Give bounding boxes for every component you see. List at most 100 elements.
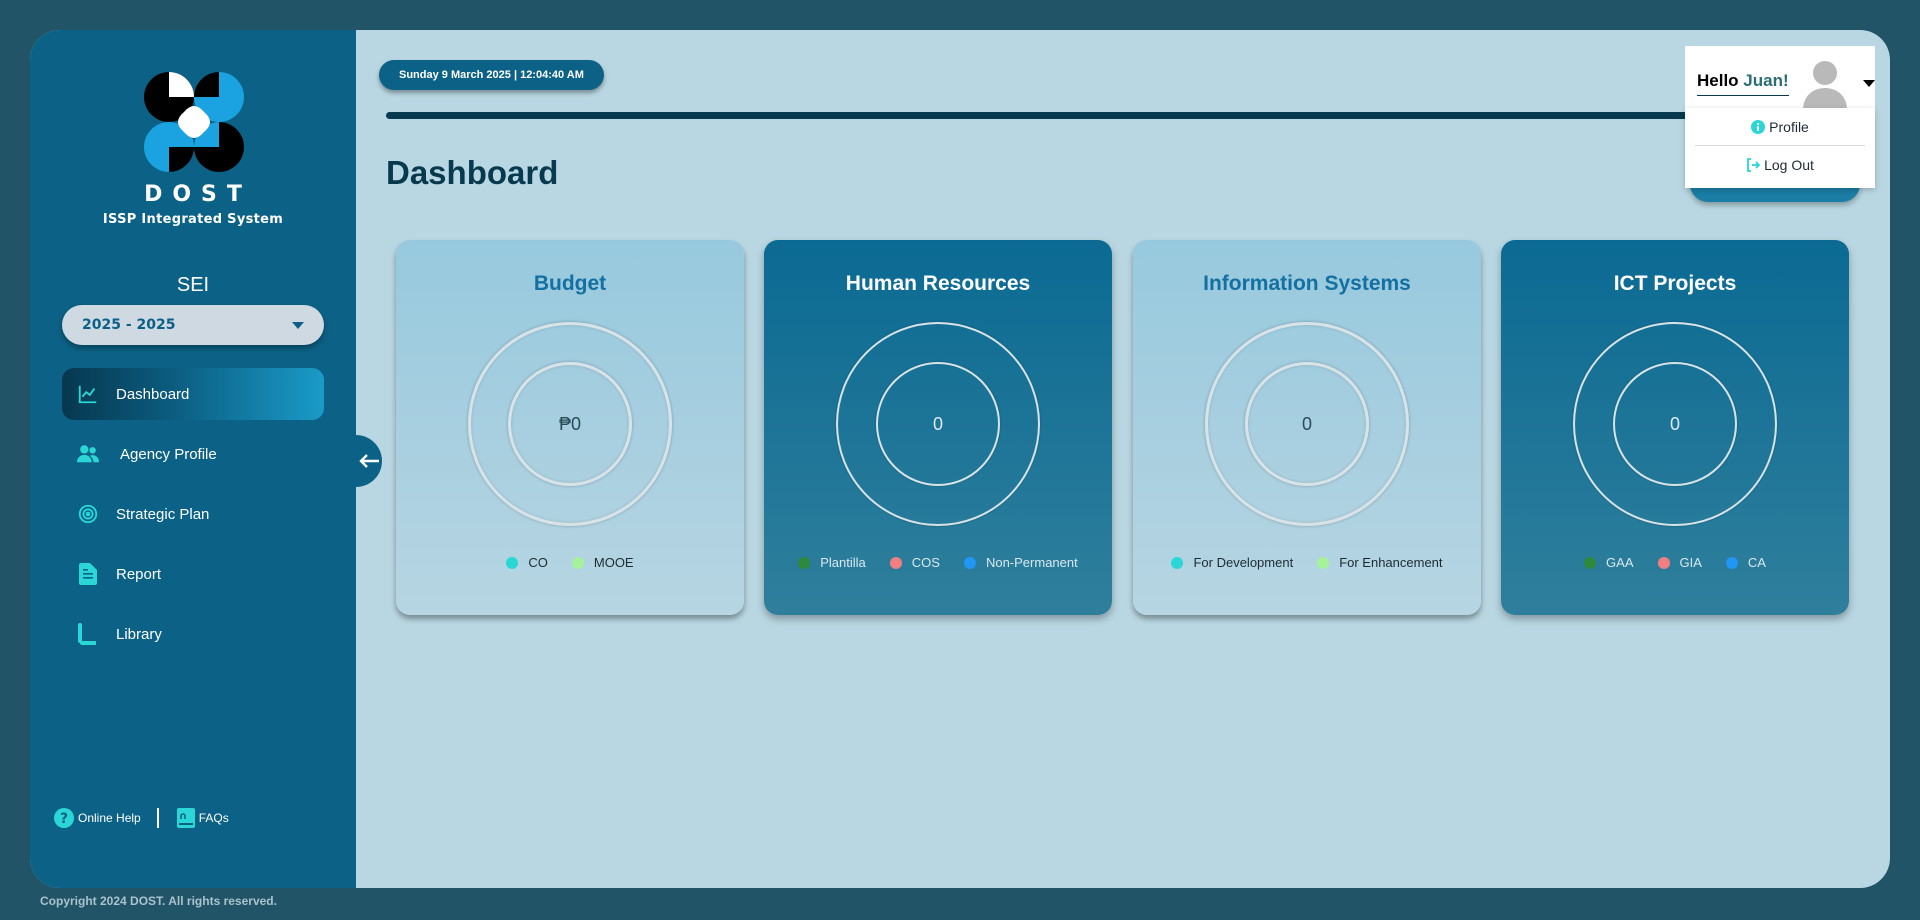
chevron-down-icon [1862, 79, 1875, 87]
svg-text:?: ? [60, 811, 68, 827]
user-dropdown: Profile Log Out [1685, 108, 1875, 188]
chart-legend: GAA GIA CA [1501, 555, 1849, 570]
sidebar-item-report[interactable]: Report [62, 548, 324, 600]
legend-item[interactable]: GIA [1657, 555, 1702, 570]
datetime-badge: Sunday 9 March 2025 | 12:04:40 AM [379, 60, 604, 90]
legend-label: CA [1747, 555, 1766, 570]
sidebar-item-library[interactable]: Library [62, 608, 324, 660]
legend-item[interactable]: For Enhancement [1317, 555, 1443, 570]
sidebar-item-label: Report [116, 565, 162, 583]
legend-dot [1317, 556, 1330, 569]
legend-dot [798, 556, 811, 569]
chart-total-value: ₱0 [558, 413, 582, 434]
dost-logo [144, 72, 244, 172]
legend-label: For Enhancement [1339, 555, 1443, 570]
sidebar-item-strategic-plan[interactable]: Strategic Plan [62, 488, 324, 540]
legend-dot [1584, 556, 1597, 569]
agency-name: SEI [176, 274, 210, 296]
greeting-text: Hello [1697, 70, 1739, 90]
legend-label: Non-Permanent [985, 555, 1078, 570]
document-icon [76, 562, 100, 586]
budget-card: Budget ₱0 CO MOOE [396, 240, 744, 615]
chart-legend: For Development For Enhancement [1133, 555, 1481, 570]
online-help-link[interactable]: Online Help [78, 811, 141, 825]
profile-menu-item[interactable]: Profile [1685, 108, 1875, 145]
donut-chart: 0 [836, 322, 1040, 526]
legend-dot [571, 556, 584, 569]
legend-label: COS [911, 555, 940, 570]
logout-icon [1746, 157, 1761, 172]
sidebar-item-agency-profile[interactable]: Agency Profile [62, 428, 324, 480]
legend-item[interactable]: Plantilla [798, 555, 866, 570]
ict-projects-card: ICT Projects 0 GAA GIA CA [1501, 240, 1849, 615]
legend-label: MOOE [593, 555, 634, 570]
help-links: ? Online Help FAQs [54, 808, 229, 828]
chart-total-value: 0 [1301, 413, 1312, 434]
app-frame: DOST ISSP Integrated System SEI 2025 - 2… [30, 30, 1890, 888]
legend-item[interactable]: CA [1725, 555, 1766, 570]
brand-subtitle: ISSP Integrated System [102, 212, 284, 227]
chart-total-value: 0 [1669, 413, 1680, 434]
divider [156, 808, 159, 828]
legend-dot [889, 556, 902, 569]
collapse-sidebar-button[interactable] [356, 435, 382, 487]
sidebar-item-dashboard[interactable]: Dashboard [62, 368, 324, 420]
sidebar-nav: Dashboard Agency Profile Strategic Plan … [62, 368, 324, 668]
legend-label: GAA [1606, 555, 1634, 570]
chevron-down-icon [292, 321, 304, 329]
logout-menu-item[interactable]: Log Out [1685, 146, 1875, 183]
info-icon [1751, 119, 1766, 134]
legend-label: Plantilla [820, 555, 866, 570]
legend-item[interactable]: For Development [1171, 555, 1293, 570]
target-icon [76, 502, 100, 526]
sidebar-item-label: Strategic Plan [116, 505, 210, 523]
card-title: Human Resources [845, 272, 1031, 295]
legend-dot [1725, 556, 1738, 569]
arrow-left-icon [359, 454, 379, 468]
card-title: Budget [533, 272, 607, 295]
donut-chart: ₱0 [468, 322, 672, 526]
chart-legend: Plantilla COS Non-Permanent [764, 555, 1112, 570]
users-icon [76, 442, 100, 466]
greeting: Hello Juan! [1697, 71, 1789, 96]
brand-name: DOST [144, 182, 252, 207]
card-title: ICT Projects [1613, 272, 1737, 295]
donut-chart: 0 [1205, 322, 1409, 526]
chart-line-icon [76, 382, 100, 406]
page-title: Dashboard [386, 154, 559, 191]
copyright-footer: Copyright 2024 DOST. All rights reserved… [40, 894, 277, 908]
legend-dot [506, 556, 519, 569]
year-select-value: 2025 - 2025 [82, 317, 176, 333]
year-select[interactable]: 2025 - 2025 [62, 305, 324, 345]
legend-item[interactable]: MOOE [571, 555, 634, 570]
human-resources-card: Human Resources 0 Plantilla COS Non-Perm… [764, 240, 1112, 615]
legend-dot [1171, 556, 1184, 569]
legend-dot [963, 556, 976, 569]
sidebar-item-label: Agency Profile [120, 445, 217, 463]
legend-item[interactable]: COS [889, 555, 940, 570]
faq-book-icon [176, 808, 195, 828]
donut-chart: 0 [1573, 322, 1777, 526]
help-circle-icon: ? [54, 808, 74, 828]
sidebar-item-label: Dashboard [116, 385, 190, 403]
sidebar: DOST ISSP Integrated System SEI 2025 - 2… [30, 30, 356, 888]
chart-total-value: 0 [932, 413, 943, 434]
legend-dot [1657, 556, 1670, 569]
faqs-link[interactable]: FAQs [199, 811, 229, 825]
legend-item[interactable]: Non-Permanent [963, 555, 1078, 570]
profile-label: Profile [1769, 118, 1809, 135]
chart-legend: CO MOOE [396, 555, 744, 570]
card-title: Information Systems [1203, 272, 1411, 295]
legend-label: CO [528, 555, 548, 570]
header-divider [386, 112, 1848, 119]
information-systems-card: Information Systems 0 For Development Fo… [1133, 240, 1481, 615]
avatar [1802, 61, 1847, 110]
user-name: Juan! [1743, 70, 1789, 90]
legend-label: For Development [1193, 555, 1294, 570]
legend-item[interactable]: CO [506, 555, 548, 570]
legend-item[interactable]: GAA [1584, 555, 1634, 570]
sidebar-item-label: Library [116, 625, 162, 643]
book-icon [76, 622, 100, 646]
logout-label: Log Out [1764, 156, 1814, 173]
legend-label: GIA [1679, 555, 1702, 570]
